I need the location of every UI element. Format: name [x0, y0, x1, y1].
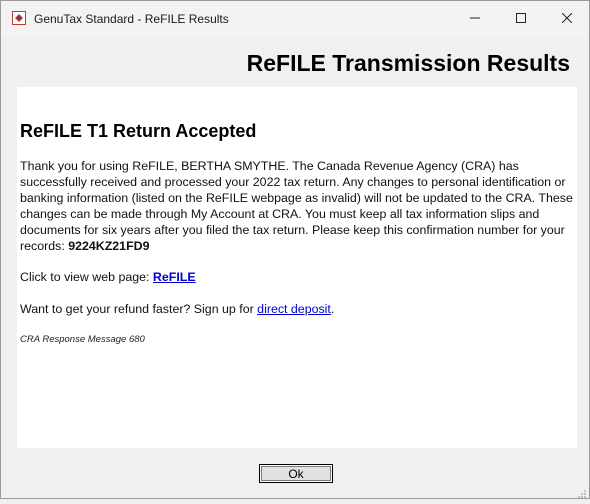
close-icon	[561, 10, 573, 28]
window-title: GenuTax Standard - ReFILE Results	[34, 12, 229, 26]
refile-results-window: GenuTax Standard - ReFILE Results ReFILE…	[0, 0, 590, 499]
maximize-icon	[516, 10, 526, 28]
page-title: ReFILE Transmission Results	[246, 50, 570, 76]
direct-deposit-line: Want to get your refund faster? Sign up …	[20, 302, 334, 316]
minimize-icon	[470, 10, 480, 28]
header-band: ReFILE Transmission Results	[1, 37, 589, 87]
maximize-button[interactable]	[498, 1, 544, 37]
resize-grip-icon[interactable]	[577, 486, 587, 498]
refund-label: Want to get your refund faster? Sign up …	[20, 302, 258, 316]
refile-web-link[interactable]: ReFILE	[153, 270, 196, 284]
result-heading: ReFILE T1 Return Accepted	[20, 121, 257, 141]
close-button[interactable]	[544, 1, 590, 37]
title-bar[interactable]: GenuTax Standard - ReFILE Results	[1, 1, 589, 37]
results-content-panel: ReFILE T1 Return Accepted Thank you for …	[17, 87, 577, 448]
result-message: Thank you for using ReFILE, BERTHA SMYTH…	[20, 158, 576, 254]
direct-deposit-link[interactable]: direct deposit	[257, 302, 331, 316]
minimize-button[interactable]	[452, 1, 498, 37]
confirmation-number: 9224KZ21FD9	[68, 239, 150, 253]
web-page-line: Click to view web page: ReFILE	[20, 270, 196, 284]
genutax-app-icon	[12, 11, 26, 25]
refund-suffix: .	[330, 302, 335, 316]
cra-response-message: CRA Response Message 680	[20, 334, 145, 345]
ok-button[interactable]: Ok	[259, 464, 333, 483]
web-page-label: Click to view web page:	[20, 270, 153, 284]
